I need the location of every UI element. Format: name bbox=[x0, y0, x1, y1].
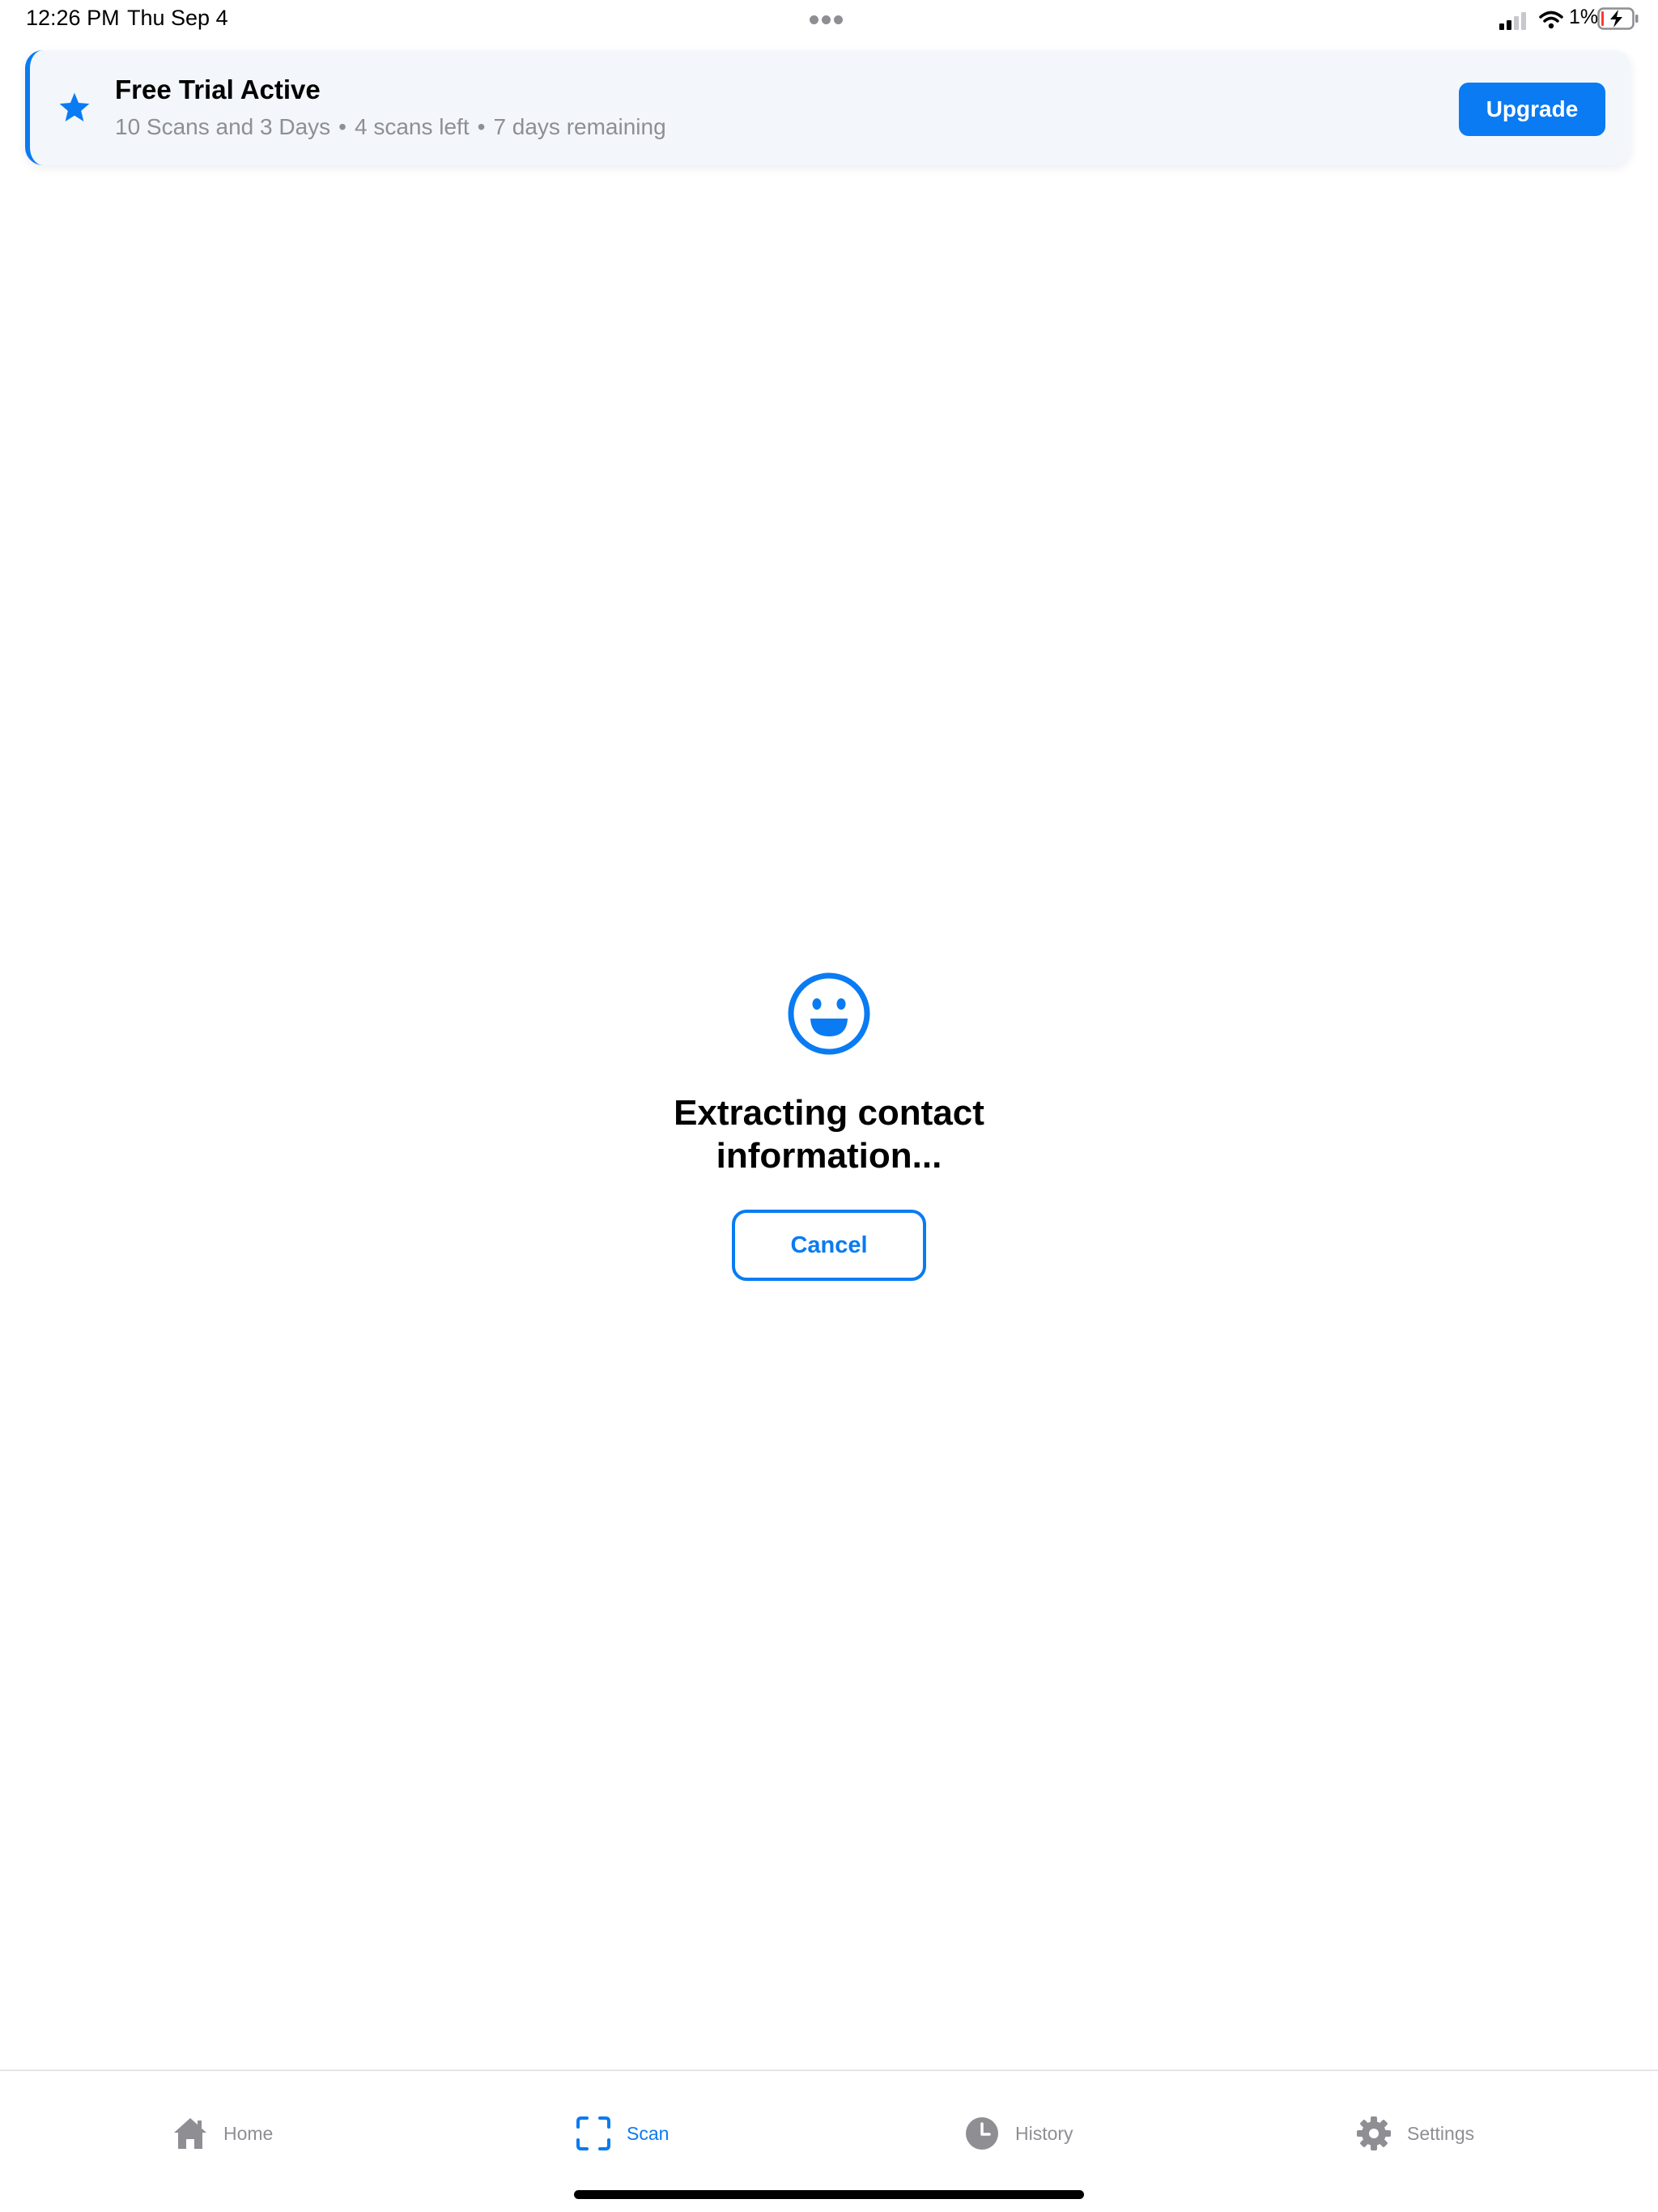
cellular-signal-icon bbox=[1499, 12, 1526, 30]
multitasking-dots-icon[interactable] bbox=[810, 14, 848, 24]
wifi-icon bbox=[1539, 11, 1563, 29]
free-trial-banner: Free Trial Active 10 Scans and 3 Days • 4 … bbox=[25, 50, 1631, 165]
tab-label: Scan bbox=[627, 2122, 670, 2144]
separator-dot: • bbox=[477, 114, 486, 139]
upgrade-button[interactable]: Upgrade bbox=[1459, 83, 1605, 136]
trial-title: Free Trial Active bbox=[115, 74, 321, 104]
tab-history[interactable]: History bbox=[963, 2113, 1073, 2154]
extracting-status-message: Extracting contact information... bbox=[674, 1093, 984, 1176]
status-date: Thu Sep 4 bbox=[127, 6, 228, 30]
clock-icon bbox=[966, 2117, 998, 2150]
status-time: 12:26 PM bbox=[26, 6, 120, 30]
tab-label: Home bbox=[223, 2122, 274, 2144]
app-screen: 12:26 PM Thu Sep 4 1% Free Trial Active … bbox=[0, 0, 1658, 2212]
star-icon bbox=[59, 92, 90, 121]
trial-days-remaining: 7 days remaining bbox=[493, 114, 666, 139]
tab-home[interactable]: Home bbox=[172, 2113, 273, 2154]
cancel-button[interactable]: Cancel bbox=[732, 1210, 926, 1281]
gear-icon bbox=[1357, 2116, 1391, 2150]
smiley-face-icon bbox=[788, 972, 870, 1055]
tab-label: History bbox=[1015, 2122, 1073, 2144]
trial-plan: 10 Scans and 3 Days bbox=[115, 114, 331, 139]
viewfinder-icon bbox=[576, 2116, 610, 2150]
separator-dot: • bbox=[338, 114, 346, 139]
trial-scans-left: 4 scans left bbox=[354, 114, 470, 139]
home-indicator[interactable] bbox=[574, 2190, 1084, 2199]
tab-settings[interactable]: Settings bbox=[1355, 2113, 1474, 2154]
battery-charging-icon bbox=[1597, 7, 1639, 30]
tab-label: Settings bbox=[1407, 2122, 1475, 2144]
status-bar: 12:26 PM Thu Sep 4 1% bbox=[0, 0, 1658, 39]
battery-percentage: 1% bbox=[1569, 6, 1599, 28]
house-icon bbox=[174, 2118, 206, 2149]
trial-details: 10 Scans and 3 Days • 4 scans left • 7 days … bbox=[115, 114, 666, 140]
tab-scan[interactable]: Scan bbox=[575, 2113, 669, 2154]
